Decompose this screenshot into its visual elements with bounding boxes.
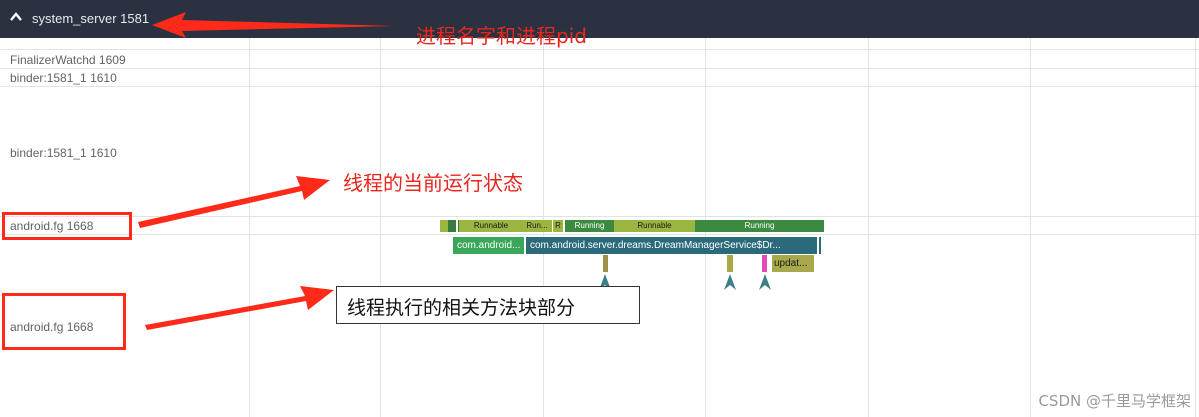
watermark: CSDN @千里马学框架 (1038, 392, 1191, 410)
state-annotation: 线程的当前运行状态 (343, 171, 523, 195)
method-annotation: 线程执行的相关方法块部分 (336, 286, 640, 324)
highlight-box (2, 293, 126, 350)
annotation-arrows (138, 12, 395, 330)
highlight-box (2, 212, 132, 240)
process-annotation: 进程名字和进程pid (416, 24, 587, 48)
